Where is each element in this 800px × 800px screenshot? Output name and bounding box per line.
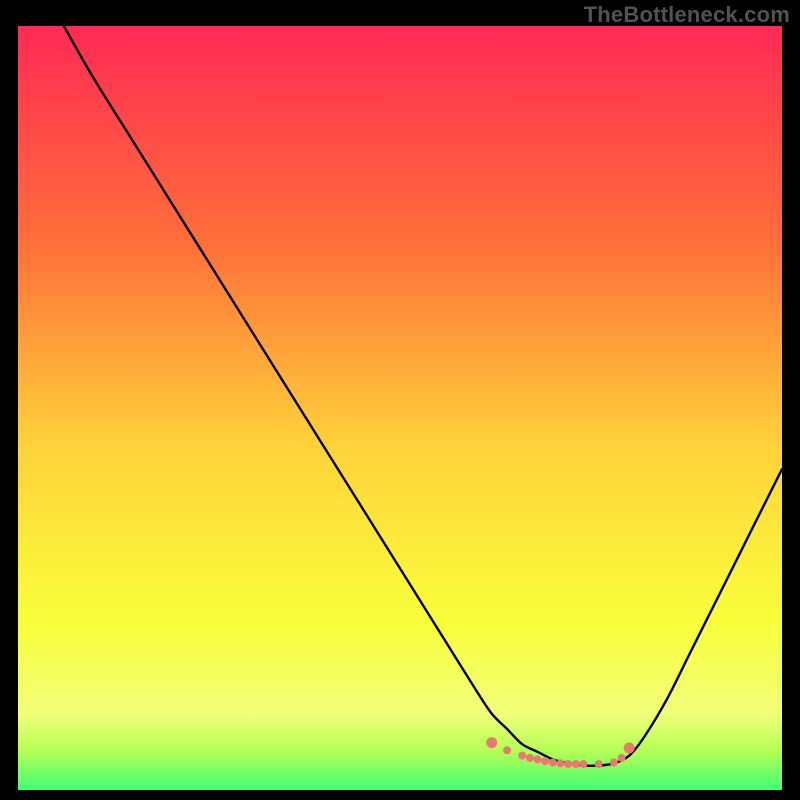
chart-frame xyxy=(18,26,782,790)
optimal-dot xyxy=(564,760,572,768)
optimal-dot xyxy=(572,760,580,768)
bottleneck-chart xyxy=(18,26,782,790)
optimal-dot xyxy=(534,755,542,763)
optimal-dot xyxy=(624,743,635,754)
watermark-text: TheBottleneck.com xyxy=(584,2,790,28)
optimal-dot xyxy=(610,759,618,767)
optimal-dot xyxy=(595,760,603,768)
optimal-dot xyxy=(618,754,626,762)
optimal-dot xyxy=(518,752,526,760)
optimal-dot xyxy=(526,754,534,762)
optimal-dot xyxy=(503,746,511,754)
optimal-dot xyxy=(556,759,564,767)
optimal-dot xyxy=(486,737,497,748)
optimal-dot xyxy=(541,757,549,765)
optimal-dot xyxy=(549,759,557,767)
optimal-dot xyxy=(579,760,587,768)
